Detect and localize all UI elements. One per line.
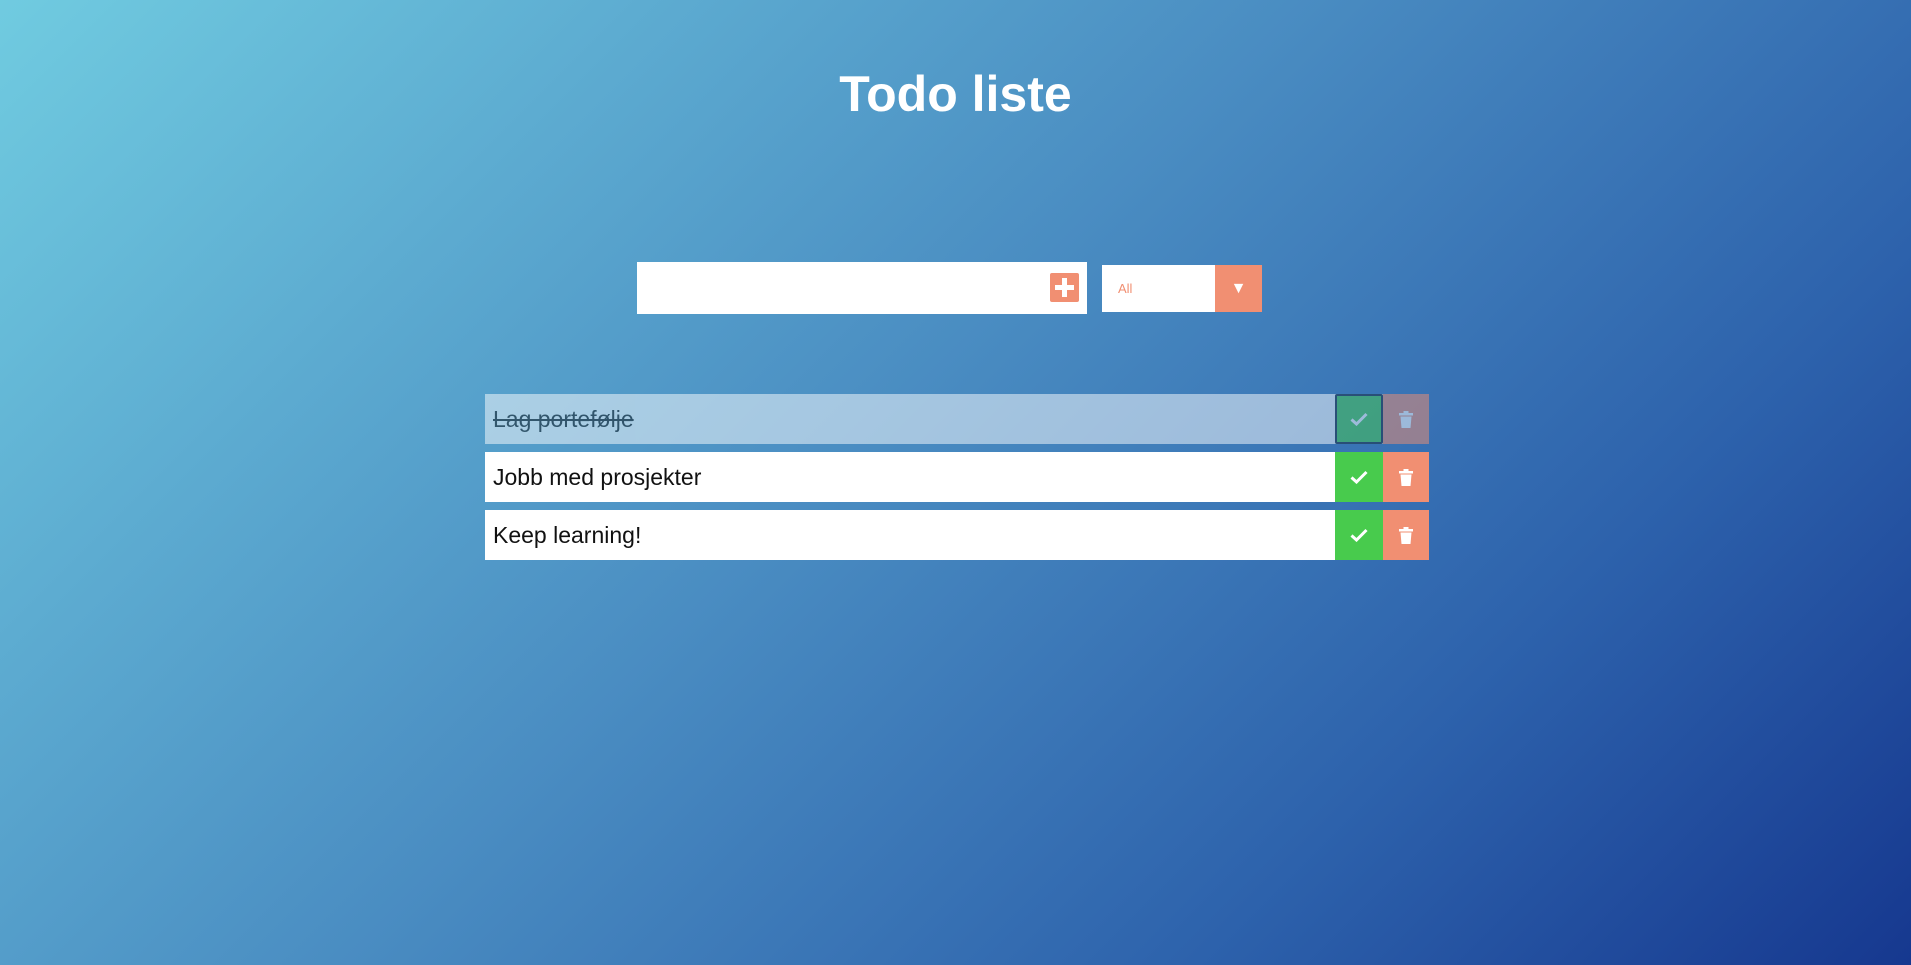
todo-text: Keep learning!: [493, 522, 642, 548]
todo-input[interactable]: [637, 262, 1037, 314]
trash-icon: [1399, 526, 1413, 544]
delete-button[interactable]: [1383, 452, 1429, 502]
todo-text: Jobb med prosjekter: [493, 464, 702, 490]
delete-button[interactable]: [1383, 510, 1429, 560]
plus-icon: [1055, 278, 1074, 297]
delete-button[interactable]: [1383, 394, 1429, 444]
filter-selected-value: All: [1118, 281, 1133, 296]
complete-button[interactable]: [1335, 510, 1383, 560]
todo-item: Jobb med prosjekter: [485, 452, 1429, 502]
todo-text: Lag portefølje: [493, 406, 634, 432]
triangle-down-icon[interactable]: ▼: [1215, 265, 1262, 312]
check-icon: [1350, 528, 1368, 542]
todo-form: [637, 262, 1087, 314]
trash-icon: [1399, 410, 1413, 428]
add-todo-button[interactable]: [1050, 273, 1079, 302]
todo-item: Lag portefølje: [485, 394, 1429, 444]
todo-item: Keep learning!: [485, 510, 1429, 560]
complete-button[interactable]: [1335, 394, 1383, 444]
todo-list: Lag portefølje Jobb med prosjekter Keep …: [485, 394, 1429, 568]
page-title: Todo liste: [839, 66, 1072, 122]
check-icon: [1350, 412, 1368, 426]
filter-select[interactable]: All ▼: [1102, 265, 1262, 312]
check-icon: [1350, 470, 1368, 484]
complete-button[interactable]: [1335, 452, 1383, 502]
trash-icon: [1399, 468, 1413, 486]
